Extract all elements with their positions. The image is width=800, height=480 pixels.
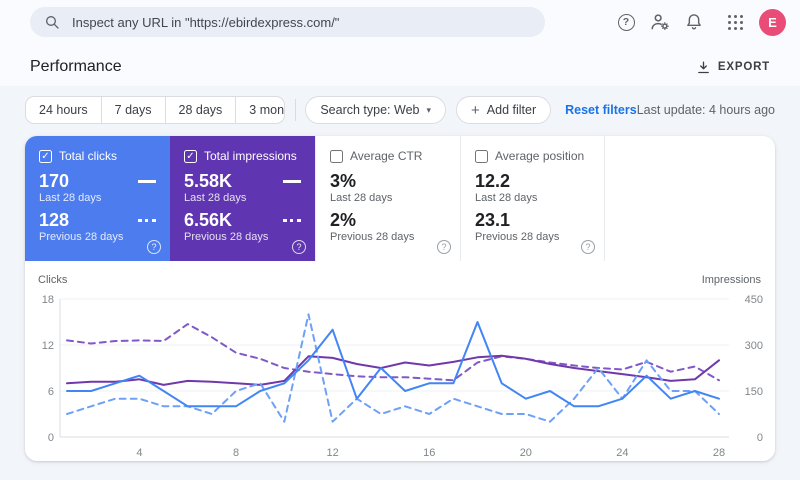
performance-panel: ✓ Total clicks 170 Last 28 days 128 Prev… (25, 136, 775, 461)
checkbox-checked-icon[interactable]: ✓ (39, 149, 52, 163)
metric-current-period: Last 28 days (39, 191, 102, 204)
metric-previous-period: Previous 28 days (475, 230, 560, 243)
help-icon[interactable]: ? (437, 240, 451, 254)
search-type-dropdown[interactable]: Search type: Web ▾ (305, 96, 447, 124)
right-axis-title: Impressions (701, 274, 761, 286)
plus-icon: + (471, 101, 480, 119)
chip-28-days[interactable]: 28 days (166, 97, 237, 123)
filter-divider (294, 99, 296, 121)
left-axis-tick: 18 (42, 294, 54, 306)
help-icon[interactable]: ? (147, 240, 161, 254)
page-title: Performance (30, 58, 122, 75)
export-button[interactable]: EXPORT (696, 60, 770, 75)
metric-current-period: Last 28 days (475, 191, 538, 204)
x-axis-tick: 24 (616, 447, 628, 459)
user-gear-icon (651, 14, 669, 31)
card-label: Total impressions (204, 149, 297, 163)
checkbox-checked-icon[interactable]: ✓ (184, 149, 197, 163)
url-inspect-input[interactable] (72, 14, 531, 30)
apps-button[interactable] (713, 7, 743, 37)
checkbox-unchecked-icon[interactable]: ✓ (475, 149, 488, 163)
left-axis-tick: 0 (48, 432, 54, 444)
search-type-label: Search type: Web (320, 103, 420, 117)
metric-current-period: Last 28 days (184, 191, 247, 204)
user-settings-button[interactable] (645, 7, 675, 37)
average-position-card[interactable]: ✓ Average position 12.2 Last 28 days 23.… (460, 136, 605, 261)
series-clicks-previous-28-days (66, 313, 720, 423)
apps-grid-icon (727, 14, 743, 30)
right-axis-tick: 300 (745, 340, 763, 352)
solid-line-icon (283, 180, 301, 183)
series-clicks-last-28-days (66, 321, 720, 408)
reset-filters-link[interactable]: Reset filters (565, 103, 637, 117)
metric-previous-period: Previous 28 days (184, 230, 269, 243)
metric-previous-period: Previous 28 days (330, 230, 415, 243)
metric-previous-period: Previous 28 days (39, 230, 124, 243)
metric-previous-value: 128 (39, 209, 70, 230)
metric-current-value: 12.2 (475, 171, 511, 191)
help-icon[interactable]: ? (581, 240, 595, 254)
search-icon (46, 16, 59, 29)
average-ctr-card[interactable]: ✓ Average CTR 3% Last 28 days 2% Previou… (315, 136, 460, 261)
help-icon[interactable]: ? (292, 240, 306, 254)
metric-previous-value: 2% (330, 209, 357, 230)
notifications-button[interactable] (679, 7, 709, 37)
metric-current-period: Last 28 days (330, 191, 393, 204)
series-impressions-previous-28-days (66, 323, 720, 382)
help-icon: ? (617, 13, 635, 31)
x-axis-tick: 16 (423, 447, 435, 459)
performance-chart: 18 450 12 300 6 150 0 0 4 8 12 16 20 24 28 (42, 294, 763, 459)
url-inspect-search[interactable] (30, 7, 545, 37)
x-axis-tick: 12 (327, 447, 339, 459)
filter-bar: 24 hours 7 days 28 days 3 months Compare… (25, 96, 775, 124)
left-axis-tick: 6 (48, 386, 54, 398)
dotted-line-icon (138, 218, 156, 222)
card-label: Total clicks (59, 149, 118, 163)
date-range-chips: 24 hours 7 days 28 days 3 months Compare… (25, 96, 285, 124)
chip-24-hours[interactable]: 24 hours (26, 97, 102, 123)
left-axis-title: Clicks (38, 274, 68, 286)
solid-line-icon (138, 180, 156, 183)
chart-axis-titles: Clicks Impressions (25, 261, 775, 286)
chip-7-days[interactable]: 7 days (102, 97, 166, 123)
left-axis-tick: 12 (42, 340, 54, 352)
top-app-bar: ? E (0, 0, 800, 44)
x-axis-tick: 8 (233, 447, 239, 459)
total-impressions-card[interactable]: ✓ Total impressions 5.58K Last 28 days 6… (170, 136, 315, 261)
help-button[interactable]: ? (611, 7, 641, 37)
checkbox-unchecked-icon[interactable]: ✓ (330, 149, 343, 163)
page-header: Performance EXPORT (0, 44, 800, 86)
metric-cards: ✓ Total clicks 170 Last 28 days 128 Prev… (25, 136, 775, 261)
account-avatar[interactable]: E (759, 8, 786, 36)
right-axis-tick: 150 (745, 386, 763, 398)
chip-3-months[interactable]: 3 months (236, 97, 283, 123)
card-label: Average position (495, 149, 585, 163)
metric-previous-value: 6.56K (184, 209, 233, 230)
metric-previous-value: 23.1 (475, 209, 511, 230)
chevron-down-icon: ▾ (426, 104, 432, 115)
metric-current-value: 170 (39, 171, 70, 191)
x-axis-tick: 4 (136, 447, 142, 459)
total-clicks-card[interactable]: ✓ Total clicks 170 Last 28 days 128 Prev… (25, 136, 170, 261)
metric-current-value: 3% (330, 171, 357, 191)
add-filter-label: Add filter (486, 103, 537, 117)
x-axis-tick: 20 (520, 447, 532, 459)
right-axis-tick: 0 (757, 432, 763, 444)
export-label: EXPORT (717, 61, 770, 73)
download-icon (698, 61, 709, 73)
last-update-text: Last update: 4 hours ago (636, 103, 775, 117)
card-label: Average CTR (350, 149, 423, 163)
bell-icon (687, 14, 701, 30)
right-axis-tick: 450 (745, 294, 763, 306)
x-axis-tick: 28 (713, 447, 725, 459)
add-filter-button[interactable]: + Add filter (456, 96, 552, 124)
metric-current-value: 5.58K (184, 171, 233, 191)
dotted-line-icon (283, 218, 301, 222)
